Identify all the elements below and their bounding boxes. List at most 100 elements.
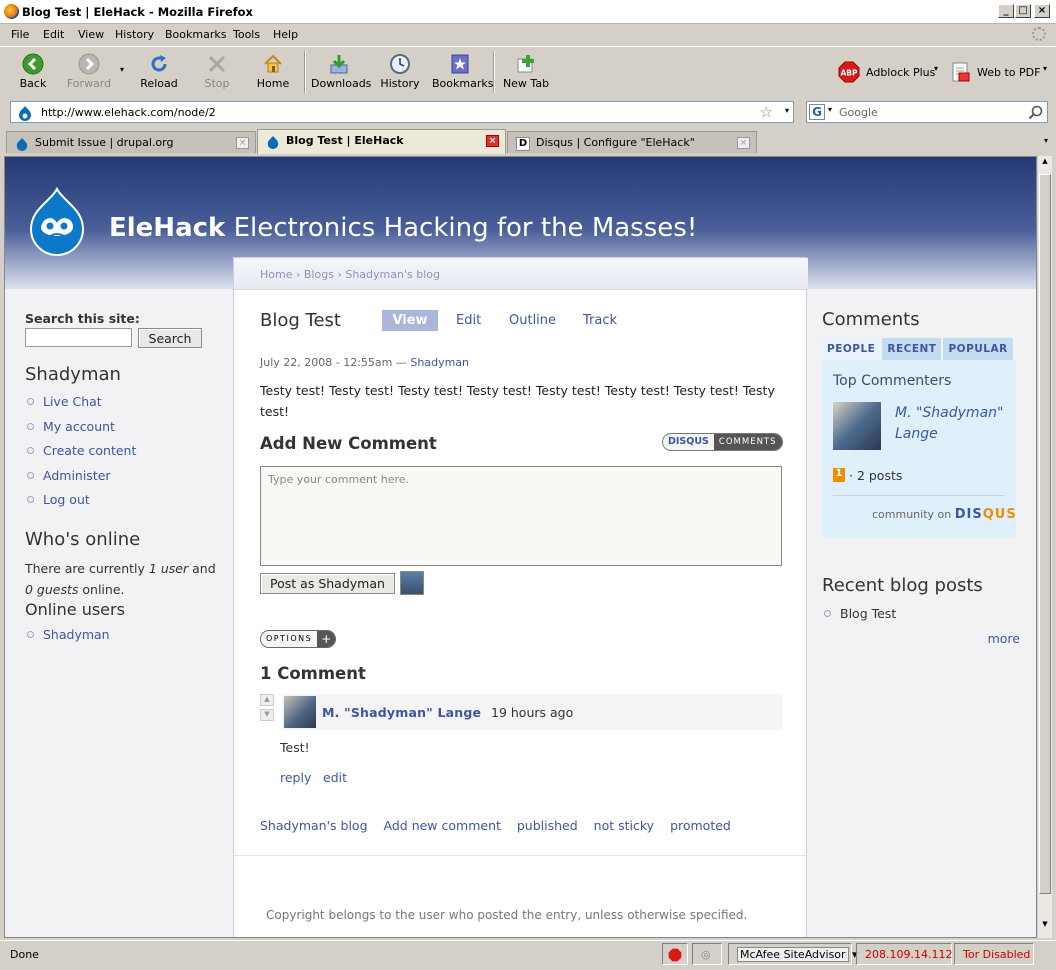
menu-history[interactable]: History <box>115 28 154 41</box>
scrollbar-thumb[interactable] <box>1039 174 1051 894</box>
reload-button[interactable]: Reload <box>131 49 187 95</box>
my-account-link[interactable]: My account <box>25 419 225 444</box>
top-commenters-panel: Top Commenters M. "Shadyman" Lange 1 · 2… <box>822 360 1016 538</box>
pdf-dropdown-icon[interactable]: ▾ <box>1043 64 1047 73</box>
search-bar[interactable]: G ▾ Google <box>806 101 1048 123</box>
whos-online-text: There are currently 1 user and 0 guests … <box>25 560 216 597</box>
url-bar[interactable]: http://www.elehack.com/node/2 ☆ ▾ <box>10 101 794 123</box>
node-link-blog[interactable]: Shadyman's blog <box>260 818 368 833</box>
administer-link[interactable]: Administer <box>25 468 225 493</box>
online-users-title: Online users <box>25 599 125 619</box>
menu-help[interactable]: Help <box>273 28 298 41</box>
recent-post-link[interactable]: Blog Test <box>822 606 1020 631</box>
online-user-link[interactable]: Shadyman <box>25 627 225 652</box>
site-search-button[interactable]: Search <box>138 328 202 348</box>
main-content: Home › Blogs › Shadyman's blog Blog Test… <box>233 257 808 937</box>
node-link-promoted[interactable]: promoted <box>670 818 731 833</box>
vertical-scrollbar[interactable]: ▲ ▼ <box>1037 156 1052 938</box>
live-chat-link[interactable]: Live Chat <box>25 394 225 419</box>
tab-outline[interactable]: Outline <box>509 313 556 328</box>
close-tab-icon[interactable]: × <box>737 137 750 149</box>
tab-popular[interactable]: POPULAR <box>943 338 1013 360</box>
status-text: Done <box>10 948 39 961</box>
tab-list-dropdown-icon[interactable]: ▾ <box>1044 136 1048 145</box>
comment-textarea[interactable]: Type your comment here. <box>260 466 782 566</box>
extension-status-icon[interactable]: ◎ <box>692 943 722 965</box>
close-tab-icon[interactable]: × <box>236 137 249 149</box>
siteadvisor-status[interactable]: McAfee SiteAdvisor ▾ <box>728 943 858 965</box>
tab-disqus-configure[interactable]: D Disqus | Configure "EleHack" × <box>507 131 757 153</box>
bookmark-star-icon[interactable]: ☆ <box>760 103 773 121</box>
breadcrumb-blogs[interactable]: Blogs <box>304 268 334 281</box>
tor-status[interactable]: Tor Disabled <box>954 943 1034 965</box>
search-icon[interactable] <box>1028 105 1043 120</box>
url-dropdown-icon[interactable]: ▾ <box>785 106 789 115</box>
google-engine-icon[interactable]: G <box>809 104 825 120</box>
disqus-comments-badge[interactable]: DISQUS COMMENTS <box>662 433 783 451</box>
adblock-status-icon[interactable] <box>662 943 688 965</box>
new-tab-button[interactable]: New Tab <box>498 49 554 95</box>
bookmarks-button[interactable]: Bookmarks <box>432 49 493 95</box>
node-author-link[interactable]: Shadyman <box>410 356 469 369</box>
commenter-name[interactable]: M. "Shadyman" Lange <box>895 403 1005 445</box>
downloads-button[interactable]: Downloads <box>311 49 371 95</box>
drupal-logo-icon[interactable] <box>27 187 87 257</box>
menu-tools[interactable]: Tools <box>233 28 260 41</box>
node-body: Testy test! Testy test! Testy test! Test… <box>260 383 775 419</box>
post-comment-button[interactable]: Post as Shadyman <box>260 573 395 594</box>
user-menu: Live Chat My account Create content Admi… <box>25 394 225 517</box>
options-toggle[interactable]: OPTIONS + <box>260 630 337 648</box>
window-titlebar: Blog Test | EleHack - Mozilla Firefox _ … <box>0 0 1056 24</box>
community-on-disqus[interactable]: community on DISQUS <box>872 507 1017 522</box>
downvote-icon[interactable]: ▼ <box>260 709 274 721</box>
back-button[interactable]: Back <box>5 49 61 95</box>
tab-people[interactable]: PEOPLE <box>822 338 881 360</box>
minimize-button[interactable]: _ <box>998 4 1014 18</box>
engine-dropdown-icon[interactable]: ▾ <box>828 105 832 114</box>
pdf-icon <box>952 62 970 82</box>
more-link[interactable]: more <box>822 631 1020 646</box>
history-clock-icon <box>390 54 410 74</box>
create-content-link[interactable]: Create content <box>25 443 225 468</box>
upvote-icon[interactable]: ▲ <box>260 694 274 706</box>
menu-file[interactable]: File <box>11 28 29 41</box>
tab-track[interactable]: Track <box>583 313 617 328</box>
menu-bookmarks[interactable]: Bookmarks <box>165 28 226 41</box>
breadcrumb-blog[interactable]: Shadyman's blog <box>345 268 440 281</box>
scroll-up-icon[interactable]: ▲ <box>1039 157 1051 172</box>
menu-edit[interactable]: Edit <box>43 28 64 41</box>
node-meta: July 22, 2008 - 12:55am — Shadyman <box>260 356 470 369</box>
url-text: http://www.elehack.com/node/2 <box>41 106 216 119</box>
node-link-sticky[interactable]: not sticky <box>594 818 654 833</box>
comment-count-title: 1 Comment <box>260 664 366 683</box>
svg-text:ABP: ABP <box>840 69 858 78</box>
node-link-published[interactable]: published <box>517 818 578 833</box>
close-tab-icon[interactable]: × <box>486 135 499 147</box>
status-bar: Done ◎ McAfee SiteAdvisor ▾ 208.109.14.1… <box>0 940 1056 970</box>
site-name[interactable]: EleHack Electronics Hacking for the Mass… <box>109 213 697 243</box>
tab-view[interactable]: View <box>382 310 438 331</box>
tab-blog-test[interactable]: Blog Test | EleHack × <box>257 129 506 154</box>
tab-drupal-submit-issue[interactable]: Submit Issue | drupal.org × <box>6 131 256 153</box>
tab-recent[interactable]: RECENT <box>882 338 942 360</box>
site-search-input[interactable] <box>25 328 132 347</box>
log-out-link[interactable]: Log out <box>25 492 225 517</box>
maximize-button[interactable]: □ <box>1015 4 1031 18</box>
forward-button[interactable]: Forward <box>61 49 117 95</box>
home-button[interactable]: Home <box>245 49 301 95</box>
close-window-button[interactable]: × <box>1034 4 1050 18</box>
adblock-dropdown-icon[interactable]: ▾ <box>934 64 938 73</box>
scroll-down-icon[interactable]: ▼ <box>1039 920 1051 935</box>
comment-author[interactable]: M. "Shadyman" Lange <box>322 705 481 720</box>
breadcrumb-home[interactable]: Home <box>260 268 292 281</box>
menu-view[interactable]: View <box>78 28 104 41</box>
history-button[interactable]: History <box>372 49 428 95</box>
commenter-avatar[interactable] <box>833 402 881 450</box>
tab-edit[interactable]: Edit <box>456 313 481 328</box>
comment-avatar <box>284 696 316 728</box>
node-link-add-comment[interactable]: Add new comment <box>384 818 501 833</box>
comment-reply-link[interactable]: reply <box>280 770 311 785</box>
comment-edit-link[interactable]: edit <box>323 770 347 785</box>
forward-dropdown-icon[interactable]: ▾ <box>120 65 124 74</box>
stop-button[interactable]: Stop <box>189 49 245 95</box>
